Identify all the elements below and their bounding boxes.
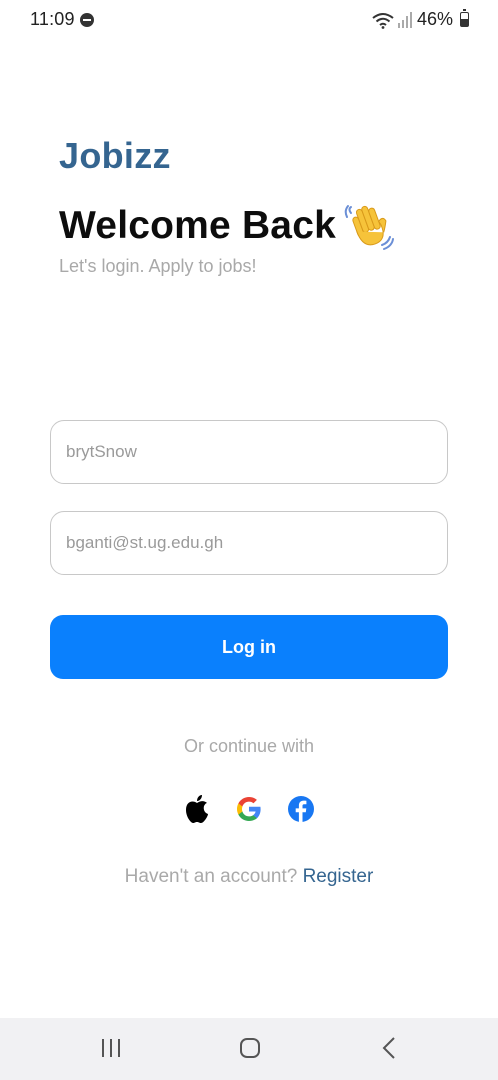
facebook-icon [288,796,314,822]
apple-icon [186,795,208,823]
brand-logo-text: Jobizz [59,135,171,176]
signal-icon [398,12,412,28]
subtitle: Let's login. Apply to jobs! [59,256,257,276]
register-link[interactable]: Register [303,866,374,887]
google-login-button[interactable] [234,794,264,824]
page-title: Welcome Back [59,204,336,247]
back-icon[interactable] [381,1036,397,1060]
email-field[interactable] [50,511,448,575]
system-nav-bar [0,1018,498,1080]
recent-apps-icon[interactable] [100,1038,122,1058]
facebook-login-button[interactable] [286,794,316,824]
google-icon [237,797,261,821]
wifi-icon [372,13,394,29]
username-field[interactable] [50,420,448,484]
status-time: 11:09 [30,9,75,29]
do-not-disturb-icon [80,13,94,27]
battery-icon [460,9,469,27]
welcome-heading: Welcome Back [59,198,394,254]
register-row: Haven't an account? Register [0,866,498,888]
battery-percentage: 46% [417,9,454,29]
home-icon[interactable] [239,1037,261,1059]
login-button[interactable]: Log in [50,615,448,679]
apple-login-button[interactable] [182,794,212,824]
status-bar: 11:09 46% [0,0,498,40]
social-divider-text: Or continue with [183,736,315,756]
waving-hand-icon [344,205,394,250]
register-prompt: Haven't an account? [124,866,298,887]
